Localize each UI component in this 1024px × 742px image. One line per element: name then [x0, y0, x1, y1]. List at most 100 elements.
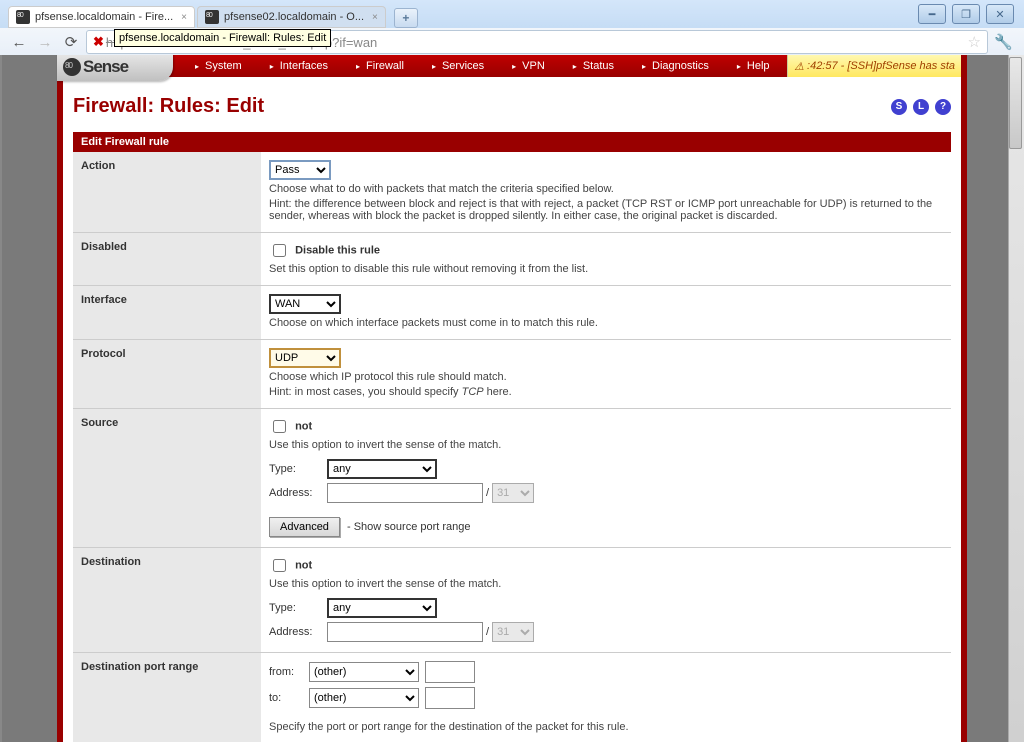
action-desc: Choose what to do with packets that matc…: [269, 183, 943, 195]
reload-button[interactable]: ⟳: [60, 31, 82, 53]
insecure-icon: ✖: [93, 34, 104, 50]
source-type-select[interactable]: any: [327, 459, 437, 479]
protocol-desc1: Choose which IP protocol this rule shoul…: [269, 371, 943, 383]
browser-tab-active[interactable]: pfsense.localdomain - Fire... ×: [8, 6, 195, 28]
hint-suffix: here.: [484, 386, 512, 398]
close-button[interactable]: ✕: [986, 4, 1014, 24]
disabled-checkbox[interactable]: [273, 244, 286, 257]
nav-label: Interfaces: [280, 60, 328, 72]
maximize-button[interactable]: ❐: [952, 4, 980, 24]
destport-to-select[interactable]: (other): [309, 688, 419, 708]
settings-icon[interactable]: 🔧: [994, 33, 1016, 51]
minimize-button[interactable]: ━: [918, 4, 946, 24]
chevron-right-icon: ▸: [270, 62, 274, 71]
chevron-right-icon: ▸: [573, 62, 577, 71]
browser-chrome: pfsense.localdomain - Fire... × pfsense0…: [0, 0, 1024, 55]
favicon-icon: [205, 10, 219, 24]
top-nav: Sense ▸System ▸ Interfaces ▸Firewall ▸Ser…: [63, 55, 961, 77]
page-title-row: Firewall: Rules: Edit S L ?: [73, 95, 951, 118]
nav-label: Help: [747, 60, 770, 72]
destination-not-checkbox[interactable]: [273, 559, 286, 572]
source-addr-input[interactable]: [327, 483, 483, 503]
row-protocol: Protocol UDP Choose which IP protocol th…: [73, 340, 951, 409]
disabled-check-label: Disable this rule: [295, 244, 380, 256]
help-icon-q[interactable]: ?: [935, 99, 951, 115]
logo-text: Sense: [83, 57, 128, 77]
label-destport: Destination port range: [73, 653, 261, 742]
tab-title: pfsense02.localdomain - O...: [224, 11, 364, 23]
new-tab-button[interactable]: +: [394, 8, 418, 28]
warning-icon: ⚠: [794, 60, 804, 73]
viewport: Sense ▸System ▸ Interfaces ▸Firewall ▸Ser…: [0, 55, 1024, 742]
nav-label: Status: [583, 60, 614, 72]
source-advanced-text: - Show source port range: [347, 521, 471, 533]
alert-banner[interactable]: ⚠ :42:57 - [SSH]pfSense has sta: [787, 55, 961, 77]
destport-desc: Specify the port or port range for the d…: [269, 721, 943, 733]
label-disabled: Disabled: [73, 233, 261, 286]
chevron-right-icon: ▸: [512, 62, 516, 71]
nav-diagnostics[interactable]: ▸Diagnostics: [628, 55, 723, 77]
source-addr-label: Address:: [269, 487, 327, 499]
bookmark-icon[interactable]: ☆: [968, 33, 981, 51]
disabled-desc: Set this option to disable this rule wit…: [269, 263, 943, 275]
label-destination: Destination: [73, 548, 261, 653]
destination-type-select[interactable]: any: [327, 598, 437, 618]
nav-help[interactable]: ▸Help: [723, 55, 784, 77]
nav-label: Diagnostics: [652, 60, 709, 72]
label-interface: Interface: [73, 286, 261, 340]
destport-to-input[interactable]: [425, 687, 475, 709]
content: Firewall: Rules: Edit S L ? Edit Firewal…: [63, 77, 961, 742]
interface-desc: Choose on which interface packets must c…: [269, 317, 943, 329]
source-advanced-button[interactable]: Advanced: [269, 517, 340, 537]
protocol-select[interactable]: UDP: [269, 348, 341, 368]
nav-interfaces[interactable]: ▸ Interfaces: [256, 55, 342, 77]
nav-label: VPN: [522, 60, 545, 72]
chevron-right-icon: ▸: [195, 62, 199, 71]
row-source: Source not Use this option to invert the…: [73, 409, 951, 548]
chevron-right-icon: ▸: [356, 62, 360, 71]
protocol-desc2: Hint: in most cases, you should specify …: [269, 386, 943, 398]
section-header: Edit Firewall rule: [73, 132, 951, 152]
nav-vpn[interactable]: ▸ VPN: [498, 55, 559, 77]
logo[interactable]: Sense: [57, 55, 173, 81]
help-icon-s[interactable]: S: [891, 99, 907, 115]
close-icon[interactable]: ×: [372, 12, 378, 23]
tab-tooltip: pfsense.localdomain - Firewall: Rules: E…: [114, 29, 331, 47]
browser-tab-inactive[interactable]: pfsense02.localdomain - O... ×: [197, 6, 386, 28]
back-button[interactable]: ←: [8, 31, 30, 53]
source-not-label: not: [295, 420, 312, 432]
favicon-icon: [16, 10, 30, 24]
hint-prefix: Hint: in most cases, you should specify: [269, 386, 462, 398]
source-type-label: Type:: [269, 463, 327, 475]
tab-title: pfsense.localdomain - Fire...: [35, 11, 173, 23]
destination-addr-input[interactable]: [327, 622, 483, 642]
destport-to-label: to:: [269, 692, 309, 704]
help-icon-l[interactable]: L: [913, 99, 929, 115]
slash: /: [486, 487, 489, 499]
scrollbar-thumb[interactable]: [1009, 57, 1022, 149]
window-controls: ━ ❐ ✕: [918, 4, 1014, 24]
source-mask-select[interactable]: 31: [492, 483, 534, 503]
source-not-checkbox[interactable]: [273, 420, 286, 433]
close-icon[interactable]: ×: [181, 12, 187, 23]
destport-from-input[interactable]: [425, 661, 475, 683]
destport-from-select[interactable]: (other): [309, 662, 419, 682]
row-destination: Destination not Use this option to inver…: [73, 548, 951, 653]
nav-firewall[interactable]: ▸Firewall: [342, 55, 418, 77]
nav-status[interactable]: ▸ Status: [559, 55, 628, 77]
page-title: Firewall: Rules: Edit: [73, 95, 264, 118]
destination-mask-select[interactable]: 31: [492, 622, 534, 642]
nav-services[interactable]: ▸Services: [418, 55, 498, 77]
destport-from-label: from:: [269, 666, 309, 678]
row-destport: Destination port range from: (other) to:…: [73, 653, 951, 742]
source-not-desc: Use this option to invert the sense of t…: [269, 439, 943, 451]
destination-type-label: Type:: [269, 602, 327, 614]
tab-bar: pfsense.localdomain - Fire... × pfsense0…: [0, 0, 1024, 28]
interface-select[interactable]: WAN: [269, 294, 341, 314]
action-select[interactable]: Pass: [269, 160, 331, 180]
nav-system[interactable]: ▸System: [181, 55, 256, 77]
forward-button[interactable]: →: [34, 31, 56, 53]
alert-text: :42:57 - [SSH]pfSense has sta: [807, 60, 955, 72]
form-table: Action Pass Choose what to do with packe…: [73, 152, 951, 742]
destination-not-desc: Use this option to invert the sense of t…: [269, 578, 943, 590]
